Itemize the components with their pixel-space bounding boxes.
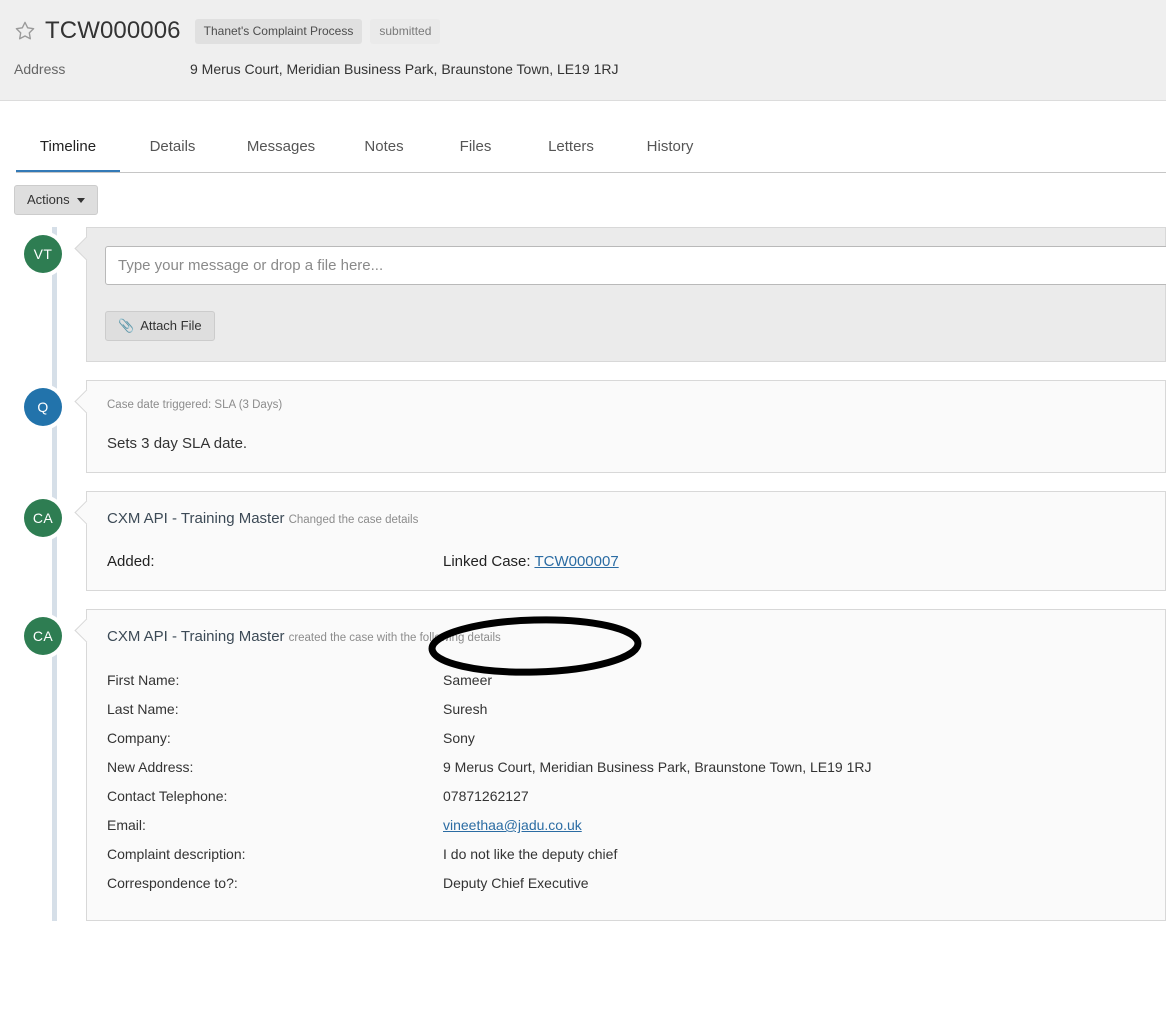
- tab-baseline: [16, 172, 1166, 173]
- email-link[interactable]: vineethaa@jadu.co.uk: [443, 817, 582, 833]
- tab-files[interactable]: Files: [431, 138, 520, 173]
- detail-value: Deputy Chief Executive: [443, 875, 589, 891]
- case-header: TCW000006 Thanet's Complaint Process sub…: [0, 0, 1166, 101]
- composer-actions: 📎 Attach File: [105, 311, 1145, 341]
- avatar: VT: [24, 235, 62, 273]
- event-actor: CXM API - Training Master: [107, 628, 285, 645]
- detail-row: Correspondence to?: Deputy Chief Executiv…: [107, 873, 1145, 893]
- linked-case-value: Linked Case: TCW000007: [443, 552, 619, 572]
- event-actor: CXM API - Training Master: [107, 510, 285, 527]
- tab-list: Timeline Details Messages Notes Files Letters…: [16, 101, 1150, 173]
- detail-row: First Name: Sameer: [107, 670, 1145, 690]
- attach-file-label: Attach File: [140, 318, 202, 333]
- detail-row: Complaint description: I do not like the …: [107, 844, 1145, 864]
- event-action: created the case with the following deta…: [288, 632, 501, 644]
- message-input[interactable]: [105, 246, 1166, 285]
- detail-value: Suresh: [443, 701, 488, 717]
- detail-value: 9 Merus Court, Meridian Business Park, B…: [443, 759, 872, 775]
- timeline-card-changed: CXM API - Training Master Changed the cas…: [86, 491, 1166, 591]
- tab-details[interactable]: Details: [120, 138, 225, 173]
- detail-key: Company:: [107, 730, 171, 746]
- timeline-composer-entry: VT 📎 Attach File: [14, 227, 1166, 362]
- detail-key: Contact Telephone:: [107, 788, 228, 804]
- detail-key: Email:: [107, 817, 146, 833]
- chevron-down-icon: [76, 197, 85, 203]
- case-address-row: Address 9 Merus Court, Meridian Business…: [0, 61, 1166, 77]
- case-details-list: First Name: Sameer Last Name: Suresh Company…: [107, 670, 1145, 893]
- avatar-wrap: CA: [14, 609, 72, 655]
- detail-row: Last Name: Suresh: [107, 699, 1145, 719]
- actions-button-label: Actions: [27, 192, 70, 207]
- tab-notes[interactable]: Notes: [337, 138, 431, 173]
- tab-timeline[interactable]: Timeline: [16, 138, 120, 173]
- tab-bar: Timeline Details Messages Notes Files Letters…: [0, 101, 1166, 173]
- detail-row: Contact Telephone: 07871262127: [107, 786, 1145, 806]
- paperclip-icon: 📎: [118, 318, 135, 333]
- detail-value: Sony: [443, 730, 475, 746]
- address-label: Address: [14, 61, 66, 77]
- event-header: CXM API - Training Master created the cas…: [107, 626, 1145, 648]
- linked-case-prefix: Linked Case:: [443, 553, 531, 570]
- timeline-card-sla: Case date triggered: SLA (3 Days) Sets 3…: [86, 380, 1166, 473]
- event-header: CXM API - Training Master Changed the cas…: [107, 508, 1145, 530]
- timeline-entry-changed: CA CXM API - Training Master Changed the …: [14, 491, 1166, 591]
- event-body: Sets 3 day SLA date.: [107, 435, 248, 452]
- event-action: Changed the case details: [288, 514, 419, 526]
- timeline-entry-created: CA CXM API - Training Master created the …: [14, 609, 1166, 921]
- avatar-wrap: VT: [14, 227, 72, 273]
- detail-key: First Name:: [107, 672, 180, 688]
- detail-value[interactable]: vineethaa@jadu.co.uk: [443, 815, 582, 835]
- detail-key: Last Name:: [107, 701, 179, 717]
- tab-history[interactable]: History: [622, 138, 718, 173]
- avatar-wrap: Q: [14, 380, 72, 426]
- detail-value: 07871262127: [443, 788, 529, 804]
- added-row: Added: Linked Case: TCW000007: [107, 552, 1145, 572]
- avatar: CA: [24, 617, 62, 655]
- message-composer-card: 📎 Attach File: [86, 227, 1166, 362]
- added-label: Added:: [107, 553, 155, 570]
- star-outline-icon[interactable]: [14, 20, 36, 42]
- avatar: CA: [24, 499, 62, 537]
- timeline-entry-sla: Q Case date triggered: SLA (3 Days) Sets…: [14, 380, 1166, 473]
- timeline: VT 📎 Attach File Q Case date triggered: …: [0, 227, 1166, 921]
- case-reference: TCW000006: [45, 17, 181, 44]
- event-subtitle: Case date triggered: SLA (3 Days): [107, 399, 283, 411]
- detail-value: Sameer: [443, 672, 493, 688]
- actions-button[interactable]: Actions: [14, 185, 98, 215]
- detail-row: Email: vineethaa@jadu.co.uk: [107, 815, 1145, 835]
- process-badge: Thanet's Complaint Process: [194, 18, 363, 44]
- avatar-wrap: CA: [14, 491, 72, 537]
- detail-value: I do not like the deputy chief: [443, 846, 618, 862]
- actions-toolbar: Actions: [0, 173, 1166, 215]
- detail-key: New Address:: [107, 759, 194, 775]
- avatar: Q: [24, 388, 62, 426]
- case-title-row: TCW000006 Thanet's Complaint Process sub…: [0, 0, 1166, 44]
- detail-key: Complaint description:: [107, 846, 246, 862]
- tab-letters[interactable]: Letters: [520, 138, 622, 173]
- detail-row: New Address: 9 Merus Court, Meridian Busi…: [107, 757, 1145, 777]
- timeline-card-created: CXM API - Training Master created the cas…: [86, 609, 1166, 921]
- tab-messages[interactable]: Messages: [225, 138, 337, 173]
- linked-case-link[interactable]: TCW000007: [534, 553, 618, 570]
- status-badge: submitted: [370, 18, 441, 44]
- detail-row: Company: Sony: [107, 728, 1145, 748]
- detail-key: Correspondence to?:: [107, 875, 238, 891]
- address-value: 9 Merus Court, Meridian Business Park, B…: [190, 61, 619, 77]
- attach-file-button[interactable]: 📎 Attach File: [105, 311, 215, 341]
